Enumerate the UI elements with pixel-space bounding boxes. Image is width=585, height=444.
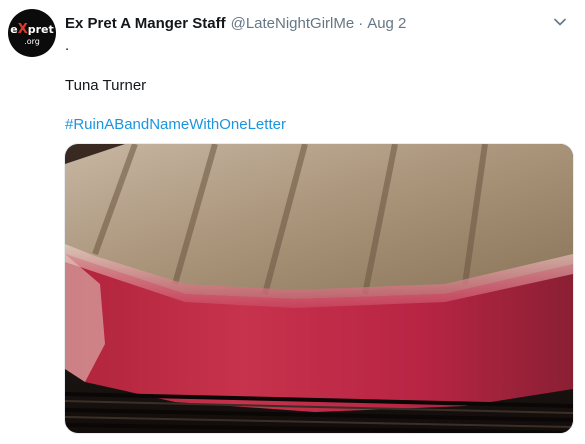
tweet-text-line: .	[65, 37, 70, 54]
tweet-text: Tuna Turner	[65, 77, 147, 94]
avatar-logo-domain: .org	[24, 36, 40, 46]
avatar[interactable]: eXpret .org	[8, 9, 56, 57]
header-separator: ·	[358, 15, 364, 32]
hashtag-link[interactable]: #RuinABandNameWithOneLetter	[65, 115, 286, 134]
chevron-down-icon[interactable]	[552, 14, 568, 30]
tweet-header: Ex Pret A Manger Staff @LateNightGirlMe …	[65, 14, 406, 33]
tweet-card[interactable]: eXpret .org Ex Pret A Manger Staff @Late…	[0, 0, 585, 444]
user-handle[interactable]: @LateNightGirlMe	[231, 14, 355, 33]
tweet-date[interactable]: Aug 2	[367, 14, 406, 33]
avatar-logo-text: eXpret	[10, 21, 54, 37]
tweet-photo[interactable]	[64, 143, 574, 434]
tuna-steak-image	[65, 144, 573, 433]
display-name[interactable]: Ex Pret A Manger Staff	[65, 14, 226, 33]
